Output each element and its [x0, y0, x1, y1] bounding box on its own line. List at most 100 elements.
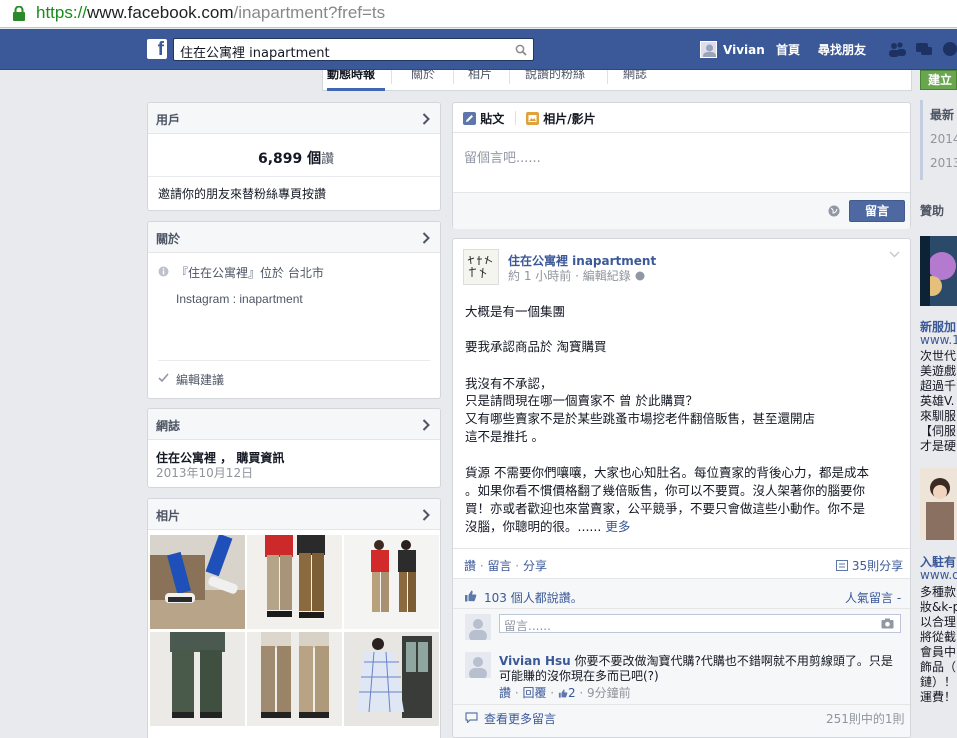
photos-card: 相片 [147, 498, 441, 738]
facebook-top-bar: f 住在公寓裡 inapartment Vivian 首頁 尋找朋友 [0, 29, 957, 70]
timeline-nav-recent[interactable]: 最新 [930, 106, 954, 123]
composer-footer: 留言 [453, 192, 910, 229]
chevron-down-icon[interactable] [889, 251, 900, 258]
timeline-nav-year[interactable]: 2013 [930, 156, 957, 170]
photos-card-title: 相片 [156, 509, 181, 523]
sort-comments-dropdown[interactable]: 人氣留言 - [845, 589, 901, 606]
find-friends-link[interactable]: 尋找朋友 [818, 29, 866, 70]
notifications-icon[interactable] [941, 41, 957, 57]
url-path: /inapartment?fref=ts [233, 3, 386, 22]
comment-input[interactable]: 留言...... [499, 614, 901, 633]
comment-like-button[interactable]: 讚 [499, 686, 511, 700]
post-meta: 約 1 小時前 · 編輯紀錄 [508, 267, 645, 284]
about-card-header[interactable]: 關於 [148, 222, 440, 253]
share-button[interactable]: 分享 [523, 559, 547, 573]
globe-icon[interactable] [828, 205, 840, 217]
comment-bubble-icon [465, 712, 478, 723]
thumbs-up-icon [558, 689, 568, 698]
photo-thumbnail[interactable] [150, 535, 245, 629]
tab-notes[interactable]: 網誌 [623, 70, 647, 91]
photo-thumbnail[interactable] [344, 632, 439, 726]
home-link[interactable]: 首頁 [776, 29, 800, 70]
divider [148, 176, 440, 177]
users-card-header[interactable]: 用戶 [148, 103, 440, 134]
notes-card-header[interactable]: 網誌 [148, 409, 440, 440]
comments-section: 103 個人都說讚。 人氣留言 - 留言...... Vivian Hsu 你要… [453, 578, 910, 737]
timeline-nav-year[interactable]: 2014 [930, 132, 957, 146]
comment-reply-button[interactable]: 回覆 [522, 686, 546, 700]
thumbs-up-icon [465, 590, 477, 602]
post-text-line: 沒腦，你聰明的很。...... 更多 [465, 516, 630, 535]
composer-tabs: 貼文 相片/影片 [453, 103, 910, 133]
url-text: https://www.facebook.com/inapartment?fre… [36, 3, 385, 23]
chevron-right-icon[interactable] [422, 232, 430, 244]
likes-link[interactable]: 103 個人都說讚。 [484, 591, 583, 605]
chevron-right-icon[interactable] [422, 113, 430, 125]
like-button[interactable]: 讚 [464, 559, 476, 573]
lock-icon [13, 6, 25, 21]
facebook-logo[interactable]: f [147, 39, 167, 59]
shares-count[interactable]: 35則分享 [836, 557, 903, 574]
submit-post-button[interactable]: 留言 [849, 200, 905, 222]
post-text-line: 大概是有一個集團 [465, 304, 566, 319]
tab-about[interactable]: 關於 [411, 70, 435, 91]
comment-author-link[interactable]: Vivian Hsu [499, 654, 571, 668]
photo-thumbnail[interactable] [150, 632, 245, 726]
tab-likes[interactable]: 說讚的粉絲 [525, 70, 585, 91]
avatar [465, 614, 491, 642]
comment-button[interactable]: 留言 [487, 559, 511, 573]
tab-divider [515, 111, 516, 125]
friend-requests-icon[interactable] [888, 41, 906, 57]
see-more-link[interactable]: 更多 [605, 519, 630, 534]
tab-photos[interactable]: 相片 [468, 70, 492, 91]
search-icon[interactable] [515, 44, 527, 56]
comment-time: 9分鐘前 [587, 686, 631, 700]
post-text-line: 又有哪些賣家不是於某些跳蚤市場挖老件翻倍販售，甚至還開店 [465, 411, 816, 426]
tab-photo-video[interactable]: 相片/影片 [526, 110, 596, 127]
note-date: 2013年10月12日 [156, 466, 254, 480]
view-more-comments-link[interactable]: 查看更多留言 [484, 710, 556, 727]
tab-divider [607, 70, 608, 84]
chevron-right-icon[interactable] [422, 419, 430, 431]
composer-input[interactable]: 留個言吧...... [464, 147, 541, 166]
tab-post[interactable]: 貼文 [463, 110, 504, 127]
comment-like-number: 2 [567, 686, 576, 700]
post-text-last: 沒腦，你聰明的很。...... [465, 519, 602, 534]
invite-friends-link[interactable]: 邀請你的朋友來替粉絲專頁按讚 [158, 185, 326, 202]
info-icon [158, 266, 169, 277]
tab-timeline[interactable]: 動態時報 [327, 70, 385, 91]
photo-thumbnail[interactable] [344, 535, 439, 629]
page-tabs: 動態時報 關於 相片 說讚的粉絲 網誌 [322, 70, 912, 91]
camera-icon[interactable] [881, 618, 894, 629]
ad-image[interactable] [920, 468, 957, 540]
likes-summary[interactable]: 103 個人都說讚。 [484, 589, 583, 606]
ad-image[interactable] [920, 236, 957, 306]
photo-thumbnail[interactable] [247, 535, 342, 629]
photo-thumbnail[interactable] [247, 632, 342, 726]
divider [453, 548, 910, 549]
instagram-text: Instagram : inapartment [176, 292, 303, 306]
ad-url[interactable]: www.1 [920, 333, 957, 347]
create-button[interactable]: 建立 [920, 70, 957, 90]
edit-suggestion-link[interactable]: 編輯建議 [176, 371, 224, 388]
composer-card: 貼文 相片/影片 留個言吧...... 留言 [452, 102, 911, 229]
post-text-line: 買！亦或者歡迎也來當賣家，公平競爭，不要只會做這些小動作。你不是 [465, 501, 866, 516]
shares-link[interactable]: 35則分享 [852, 559, 903, 573]
avatar[interactable] [465, 652, 491, 680]
sponsored-header: 贊助 [920, 204, 945, 218]
comment-total: 251則中的1則 [826, 712, 905, 726]
globe-icon [635, 271, 645, 281]
notes-card-title: 網誌 [156, 419, 181, 433]
ad-url[interactable]: www.o [920, 568, 957, 582]
search-input[interactable]: 住在公寓裡 inapartment [173, 38, 534, 61]
post-meta-text: 約 1 小時前 · 編輯紀錄 [508, 269, 631, 283]
comment-like-count[interactable]: 2 [558, 686, 576, 700]
profile-link[interactable]: Vivian [700, 29, 765, 70]
page-avatar[interactable] [463, 249, 499, 285]
messages-icon[interactable] [915, 41, 933, 57]
photos-card-header[interactable]: 相片 [148, 499, 440, 530]
browser-address-bar[interactable]: https://www.facebook.com/inapartment?fre… [0, 0, 957, 28]
tab-divider [509, 70, 510, 84]
chevron-right-icon[interactable] [422, 509, 430, 521]
avatar [700, 41, 717, 58]
